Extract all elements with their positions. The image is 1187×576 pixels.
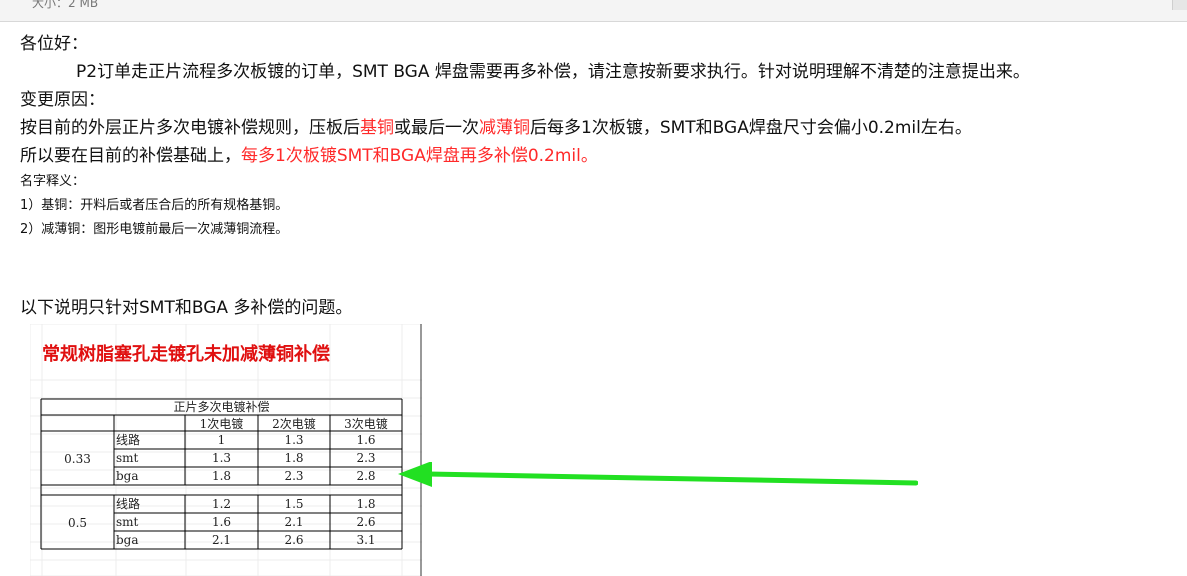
column-header: 1次电镀 xyxy=(200,417,244,431)
table-cell-value: 1.8 xyxy=(212,469,231,483)
group-label: 0.33 xyxy=(64,452,91,466)
scrollbar-thumb[interactable] xyxy=(1172,0,1187,10)
attachment-size: 大小：2 MB xyxy=(32,0,98,11)
green-arrow-icon xyxy=(398,462,918,487)
glossary-item-thin-copper: 2）减薄铜：图形电镀前最后一次减薄铜流程。 xyxy=(20,222,289,237)
row-label: 线路 xyxy=(116,496,140,511)
reason-text-b: 或最后一次 xyxy=(394,118,479,138)
compensation-table-image: 常规树脂塞孔走镀孔未加减薄铜补偿正片多次电镀补偿 1次电镀 2次电镀 3次电镀线路 1 1… xyxy=(30,324,422,576)
compensation-table-svg: 常规树脂塞孔走镀孔未加减薄铜补偿正片多次电镀补偿 1次电镀 2次电镀 3次电镀线路 1 1… xyxy=(30,324,422,576)
table-cell-value: 2.6 xyxy=(356,515,375,529)
highlight-thin-copper: 减薄铜 xyxy=(479,118,530,138)
glossary-title: 名字释义： xyxy=(20,174,86,189)
row-label: bga xyxy=(116,469,139,483)
row-label: smt xyxy=(116,515,139,529)
reason-title: 变更原因： xyxy=(20,90,105,110)
table-cell-value: 1.6 xyxy=(212,515,231,529)
arrow-head xyxy=(398,462,432,487)
table-image-title: 常规树脂塞孔走镀孔未加减薄铜补偿 xyxy=(42,343,330,365)
reason-line-1: 按目前的外层正片多次电镀补偿规则，压板后基铜或最后一次减薄铜后每多1次板镀，SM… xyxy=(20,114,1180,142)
attachment-info-bar: 大小：2 MB xyxy=(0,0,1187,22)
glossary-item-base-copper: 1）基铜：开料后或者压合后的所有规格基铜。 xyxy=(20,198,289,213)
highlight-base-copper: 基铜 xyxy=(360,118,394,138)
scope-note: 以下说明只针对SMT和BGA 多补偿的问题。 xyxy=(20,298,353,318)
table-cell-value: 1.2 xyxy=(212,497,231,511)
table-cell-value: 2.1 xyxy=(284,515,303,529)
table-cell-value: 3.1 xyxy=(356,533,375,547)
attachment-size-label: 大小： xyxy=(32,0,69,10)
intro-paragraph: P2订单走正片流程多次板镀的订单，SMT BGA 焊盘需要再多补偿，请注意按新要… xyxy=(76,62,1030,82)
table-cell-value: 1.8 xyxy=(284,451,303,465)
highlight-extra-compensation: 每多1次板镀SMT和BGA焊盘再多补偿0.2mil。 xyxy=(241,146,598,166)
row-label: smt xyxy=(116,451,139,465)
table-cell-value: 1.8 xyxy=(356,497,375,511)
reason-text-d: 所以要在目前的补偿基础上， xyxy=(20,146,241,166)
reason-line-2: 所以要在目前的补偿基础上，每多1次板镀SMT和BGA焊盘再多补偿0.2mil。 xyxy=(20,142,1180,170)
attachment-size-value: 2 MB xyxy=(68,0,99,10)
table-header-label: 正片多次电镀补偿 xyxy=(173,399,269,414)
blank-space xyxy=(20,242,1180,294)
table-cell-value: 1.5 xyxy=(284,497,303,511)
table-cell-value: 2.8 xyxy=(356,469,375,483)
table-cell-value: 1.3 xyxy=(212,451,231,465)
row-label: 线路 xyxy=(116,432,140,447)
group-label: 0.5 xyxy=(68,516,87,530)
arrow-shaft xyxy=(425,471,918,486)
row-label: bga xyxy=(116,533,139,547)
table-cell-value: 1 xyxy=(218,433,226,447)
table-cell-value: 2.3 xyxy=(284,469,303,483)
table-cell-value: 1.6 xyxy=(356,433,375,447)
email-body: 各位好： P2订单走正片流程多次板镀的订单，SMT BGA 焊盘需要再多补偿，请… xyxy=(20,30,1180,322)
reason-text-c: 后每多1次板镀，SMT和BGA焊盘尺寸会偏小0.2mil左右。 xyxy=(530,118,972,138)
column-header: 3次电镀 xyxy=(344,417,388,431)
table-cell-value: 2.1 xyxy=(212,533,231,547)
table-cell-value: 2.6 xyxy=(284,533,303,547)
greeting: 各位好： xyxy=(20,34,88,54)
reason-text-a: 按目前的外层正片多次电镀补偿规则，压板后 xyxy=(20,118,360,138)
table-cell-value: 1.3 xyxy=(284,433,303,447)
column-header: 2次电镀 xyxy=(272,417,316,431)
table-cell-value: 2.3 xyxy=(356,451,375,465)
